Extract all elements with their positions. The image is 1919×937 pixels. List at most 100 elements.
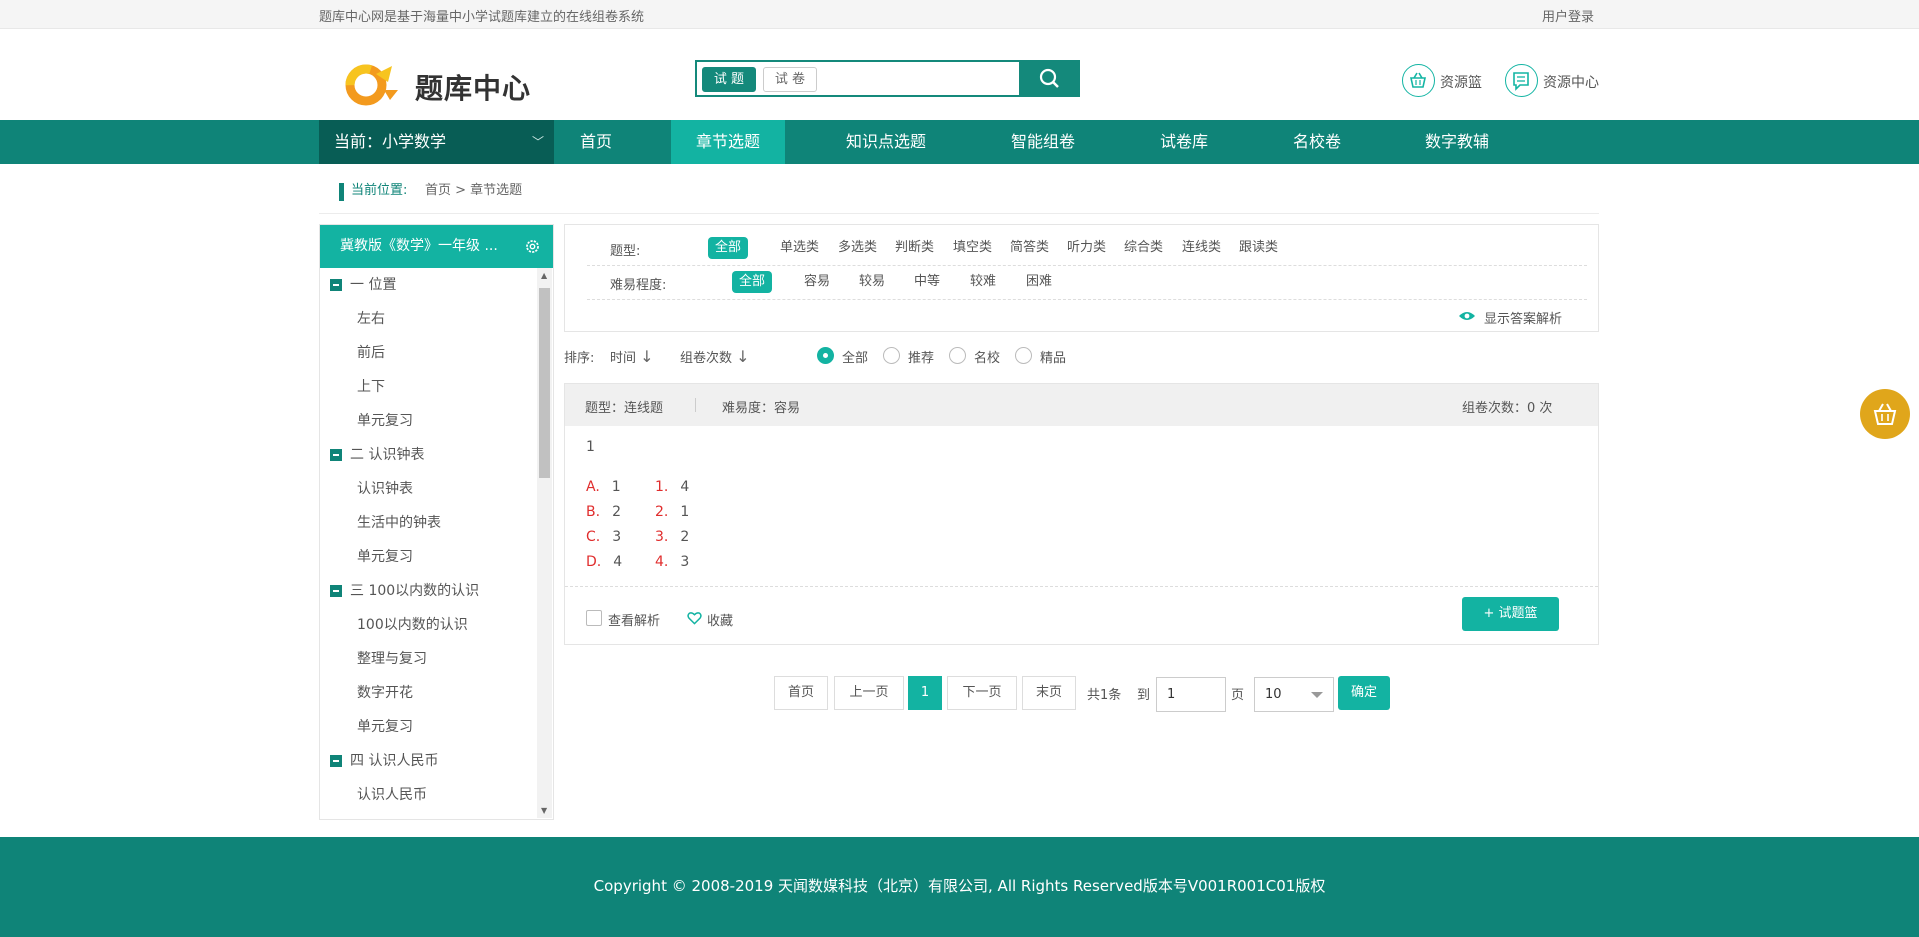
collapse-icon[interactable] (330, 585, 342, 597)
tree-section[interactable]: 左右 (357, 302, 385, 336)
search-button[interactable] (1019, 60, 1080, 97)
collapse-icon[interactable] (330, 449, 342, 461)
radio-premium[interactable] (1015, 347, 1032, 364)
type-filter-chip[interactable]: 听力类 (1060, 237, 1113, 259)
scroll-down-icon[interactable]: ▼ (541, 806, 547, 815)
view-analysis-label[interactable]: 查看解析 (608, 610, 660, 629)
tree-chapter[interactable]: 一 位置 (330, 268, 396, 302)
sort-by-time[interactable]: 时间 ↓ (610, 347, 654, 366)
type-filter-chip[interactable]: 连线类 (1175, 237, 1228, 259)
resource-basket-label: 资源篮 (1440, 75, 1482, 91)
page-number-input[interactable]: 1 (1156, 677, 1226, 712)
search-tab-paper[interactable]: 试 卷 (763, 67, 817, 92)
radio-all-label[interactable]: 全部 (842, 347, 868, 366)
tree-section[interactable]: 单元复习 (357, 404, 413, 438)
option-value: 1 (611, 479, 621, 495)
breadcrumb-path[interactable]: 首页 > 章节选题 (425, 181, 522, 201)
radio-famous-school[interactable] (949, 347, 966, 364)
tree-chapter[interactable]: 四 认识人民币 (330, 744, 438, 778)
tree-section[interactable]: 单元复习 (357, 710, 413, 744)
page-first-button[interactable]: 首页 (774, 676, 828, 710)
filter-panel: 题型: 全部 单选类 多选类 判断类 填空类 简答类 听力类 综合类 连线类 跟读类 难易程度: … (564, 224, 1599, 332)
tree-section[interactable]: 整理与复习 (357, 642, 427, 676)
page-confirm-button[interactable]: 确定 (1338, 676, 1390, 710)
page-current-button[interactable]: 1 (908, 676, 942, 710)
top-bar: 题库中心网是基于海量中小学试题库建立的在线组卷系统 用户登录 (0, 0, 1919, 29)
tree-section[interactable]: 上下 (357, 370, 385, 404)
footer: Copyright © 2008-2019 天闻数媒科技（北京）有限公司, Al… (0, 837, 1919, 937)
difficulty-filter-chip[interactable]: 全部 (732, 271, 773, 293)
type-filter-chip[interactable]: 单选类 (773, 237, 826, 259)
question-used-count: 组卷次数：0 次 (1462, 401, 1553, 416)
add-to-basket-button[interactable]: + 试题篮 (1462, 597, 1559, 631)
page-last-button[interactable]: 末页 (1022, 676, 1076, 710)
resource-center-link[interactable]: 资源中心 (1505, 64, 1600, 98)
page-size-select[interactable]: 10 (1254, 677, 1334, 712)
page-goto-label: 到 (1137, 688, 1151, 703)
nav-item-famous-school[interactable]: 名校卷 (1267, 120, 1367, 164)
type-filter-chip[interactable]: 跟读类 (1232, 237, 1285, 259)
textbook-selector[interactable]: 冀教版《数学》一年级 ... (320, 225, 553, 268)
radio-recommend-label[interactable]: 推荐 (908, 347, 934, 366)
tree-section[interactable]: 单元复习 (357, 540, 413, 574)
difficulty-filter-chip[interactable]: 容易 (797, 271, 837, 293)
nav-item-smart-paper[interactable]: 智能组卷 (993, 120, 1093, 164)
tree-chapter[interactable]: 二 认识钟表 (330, 438, 424, 472)
page-next-button[interactable]: 下一页 (947, 676, 1017, 710)
collapse-icon[interactable] (330, 755, 342, 767)
option-value: 3 (612, 529, 622, 545)
user-login-link[interactable]: 用户登录 (1542, 6, 1594, 25)
type-filter-chip[interactable]: 多选类 (831, 237, 884, 259)
floating-basket-button[interactable] (1860, 389, 1910, 439)
type-filter-chip[interactable]: 综合类 (1117, 237, 1170, 259)
question-difficulty: 难易度：容易 (722, 401, 801, 416)
gear-icon[interactable] (524, 238, 541, 255)
search-tab-question[interactable]: 试 题 (702, 67, 756, 92)
tree-chapter-label: 二 认识钟表 (350, 447, 425, 463)
option-key: D. (586, 554, 602, 570)
sidebar-scrollbar[interactable]: ▲ ▼ (537, 268, 552, 818)
tree-section[interactable]: 数字开花 (357, 676, 413, 710)
difficulty-filter-chip[interactable]: 较易 (852, 271, 892, 293)
logo-icon[interactable] (340, 60, 404, 108)
difficulty-filter-chip[interactable]: 中等 (907, 271, 947, 293)
tree-section[interactable]: 100以内数的认识 (357, 608, 468, 642)
sort-by-count[interactable]: 组卷次数 ↓ (680, 347, 750, 366)
radio-premium-label[interactable]: 精品 (1040, 347, 1066, 366)
tree-section[interactable]: 前后 (357, 336, 385, 370)
logo-text[interactable]: 题库中心 (415, 67, 531, 107)
scrollbar-thumb[interactable] (539, 288, 550, 478)
view-analysis-checkbox[interactable] (586, 610, 602, 626)
search-icon (1039, 68, 1059, 88)
radio-famous-school-label[interactable]: 名校 (974, 347, 1000, 366)
option-key: 3. (655, 529, 669, 545)
collapse-icon[interactable] (330, 279, 342, 291)
heart-icon[interactable] (687, 611, 702, 625)
radio-all[interactable] (817, 347, 834, 364)
difficulty-filter-chip[interactable]: 较难 (963, 271, 1003, 293)
page-prev-button[interactable]: 上一页 (834, 676, 904, 710)
tree-section[interactable]: 生活中的钟表 (357, 506, 441, 540)
nav-item-home[interactable]: 首页 (554, 120, 638, 164)
tree-chapter[interactable]: 三 100以内数的认识 (330, 574, 479, 608)
nav-item-chapter[interactable]: 章节选题 (671, 120, 785, 164)
resource-center-label: 资源中心 (1543, 75, 1599, 91)
favorite-label[interactable]: 收藏 (707, 610, 733, 629)
option-key: B. (586, 504, 601, 520)
nav-item-digital-aid[interactable]: 数字教辅 (1407, 120, 1507, 164)
nav-item-paper-bank[interactable]: 试卷库 (1134, 120, 1234, 164)
tree-section[interactable]: 认识钟表 (357, 472, 413, 506)
radio-recommend[interactable] (883, 347, 900, 364)
nav-item-knowledge[interactable]: 知识点选题 (826, 120, 946, 164)
scroll-up-icon[interactable]: ▲ (541, 271, 547, 280)
tree-section[interactable]: 认识人民币 (357, 778, 427, 812)
type-filter-chip[interactable]: 判断类 (888, 237, 941, 259)
right-option: 3. 2 (655, 529, 689, 545)
type-filter-chip[interactable]: 简答类 (1003, 237, 1056, 259)
type-filter-chip[interactable]: 填空类 (946, 237, 999, 259)
subject-selector[interactable]: 当前：小学数学 ﹀ (319, 120, 554, 164)
difficulty-filter-chip[interactable]: 困难 (1019, 271, 1059, 293)
resource-basket-link[interactable]: 资源篮 (1402, 64, 1482, 98)
eye-icon (1459, 312, 1475, 320)
type-filter-chip[interactable]: 全部 (708, 237, 749, 259)
